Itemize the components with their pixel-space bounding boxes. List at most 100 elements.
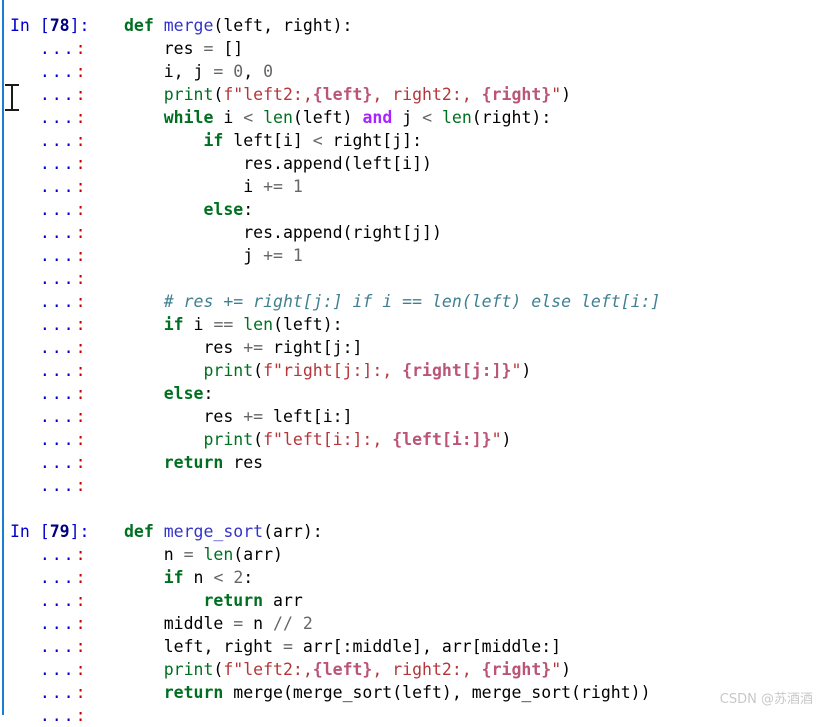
token-str: , right2:, (372, 660, 482, 679)
code-line[interactable]: ...: res += right[j:] (0, 336, 827, 359)
prompt-continuation-dots: ... (39, 223, 76, 242)
code-line[interactable]: ...: if i == len(left): (0, 313, 827, 336)
prompt-continuation: ...: (0, 198, 124, 221)
code-line[interactable]: ...: res.append(right[j]) (0, 221, 827, 244)
code-text: if i == len(left): (124, 315, 343, 334)
prompt-continuation: ...: (0, 221, 124, 244)
token-kw: else (163, 384, 204, 403)
token-op: == (213, 315, 234, 334)
code-line[interactable]: ...: (0, 267, 827, 290)
prompt-continuation-dots: ... (39, 637, 76, 656)
code-line[interactable]: ...: (0, 474, 827, 497)
prompt-continuation: ...: (0, 405, 124, 428)
prompt-continuation: ...: (0, 359, 124, 382)
code-line[interactable]: ...: if n < 2: (0, 566, 827, 589)
prompt-continuation-dots: ... (39, 545, 76, 564)
prompt-continuation: ...: (0, 152, 124, 175)
token-txt: left, right (124, 637, 283, 656)
token-op: += (243, 338, 264, 357)
code-text: print(f"right[j:]:, {right[j:]}") (124, 361, 531, 380)
code-line[interactable]: ...: print(f"left2:,{left}, right2:, {ri… (0, 658, 827, 681)
token-txt: arr (263, 591, 303, 610)
prompt-continuation-pad (10, 269, 40, 288)
token-kw: return (163, 683, 224, 702)
prompt-continuation-pad (10, 706, 40, 725)
prompt-continuation-dots: ... (39, 476, 76, 495)
code-line[interactable]: ...: res += left[i:] (0, 405, 827, 428)
token-str-ph: {right} (481, 660, 552, 679)
prompt-continuation-colon: : (75, 246, 86, 265)
prompt-continuation-colon: : (75, 683, 86, 702)
code-line[interactable]: ...: middle = n // 2 (0, 612, 827, 635)
token-txt: (left) (292, 108, 363, 127)
prompt-continuation: ...: (0, 244, 124, 267)
prompt-in-label: In [ (10, 16, 50, 35)
token-txt: : (203, 384, 214, 403)
code-line[interactable]: ...: res = [] (0, 37, 827, 60)
token-op: = (233, 614, 244, 633)
code-line[interactable]: ...: print(f"left[i:]:, {left[i:]}") (0, 428, 827, 451)
code-text: else: (124, 200, 253, 219)
code-text: return merge(merge_sort(left), merge_sor… (124, 683, 651, 702)
code-line[interactable]: ...: return res (0, 451, 827, 474)
token-str: " (511, 361, 522, 380)
token-txt: ( (213, 85, 224, 104)
prompt-continuation-dots: ... (39, 568, 76, 587)
input-cell[interactable]: In [79]: def merge_sort(arr): ...: n = l… (0, 520, 827, 727)
prompt-continuation-dots: ... (39, 85, 76, 104)
prompt-continuation-colon: : (75, 476, 86, 495)
prompt-continuation-pad (10, 568, 40, 587)
token-txt: res (124, 39, 204, 58)
code-line[interactable]: In [79]: def merge_sort(arr): (0, 520, 827, 543)
code-line[interactable]: ...: print(f"right[j:]:, {right[j:]}") (0, 359, 827, 382)
code-line[interactable]: ...: res.append(left[i]) (0, 152, 827, 175)
csdn-watermark: CSDN @苏酒酒 (719, 692, 813, 707)
code-line[interactable]: ...: left, right = arr[:middle], arr[mid… (0, 635, 827, 658)
prompt-continuation: ...: (0, 313, 124, 336)
prompt-continuation: ...: (0, 543, 124, 566)
prompt-continuation-colon: : (75, 568, 86, 587)
code-line[interactable]: ...: # res += right[j:] if i == len(left… (0, 290, 827, 313)
prompt-continuation-dots: ... (39, 660, 76, 679)
code-line[interactable]: ...: if left[i] < right[j]: (0, 129, 827, 152)
code-line[interactable]: ...: return merge(merge_sort(left), merg… (0, 681, 827, 704)
token-bi: len (243, 315, 274, 334)
token-fn: merge (163, 16, 214, 35)
code-line[interactable]: ...: else: (0, 198, 827, 221)
prompt-continuation-dots: ... (39, 407, 76, 426)
code-line[interactable]: In [78]: def merge(left, right): (0, 14, 827, 37)
code-line[interactable]: ...: return arr (0, 589, 827, 612)
token-bi: len (203, 545, 234, 564)
token-txt: ( (253, 430, 264, 449)
code-line[interactable]: ...: else: (0, 382, 827, 405)
code-line[interactable]: ...: j += 1 (0, 244, 827, 267)
prompt-continuation-dots: ... (39, 246, 76, 265)
token-txt: (left): (273, 315, 343, 334)
ipython-console[interactable]: In [78]: def merge(left, right): ...: re… (0, 0, 827, 725)
prompt-continuation-colon: : (75, 407, 86, 426)
code-line[interactable]: ...: n = len(arr) (0, 543, 827, 566)
prompt-continuation-colon: : (75, 384, 86, 403)
code-line[interactable]: ...: print(f"left2:,{left}, right2:, {ri… (0, 83, 827, 106)
code-line[interactable]: ...: (0, 704, 827, 727)
code-text: else: (124, 384, 214, 403)
input-cell[interactable]: In [78]: def merge(left, right): ...: re… (0, 14, 827, 497)
token-op: < (312, 131, 323, 150)
prompt-continuation-colon: : (75, 200, 86, 219)
code-text: res = [] (124, 39, 244, 58)
code-line[interactable]: ...: i += 1 (0, 175, 827, 198)
prompt-continuation-pad (10, 177, 40, 196)
token-txt: res.append(right[j]) (124, 223, 442, 242)
code-line[interactable]: ...: i, j = 0, 0 (0, 60, 827, 83)
prompt-continuation-colon: : (75, 361, 86, 380)
code-line[interactable]: ...: while i < len(left) and j < len(rig… (0, 106, 827, 129)
prompt-continuation: ...: (0, 129, 124, 152)
ibeam-bottom-serif (5, 109, 19, 111)
token-str-ph: {left} (312, 85, 373, 104)
